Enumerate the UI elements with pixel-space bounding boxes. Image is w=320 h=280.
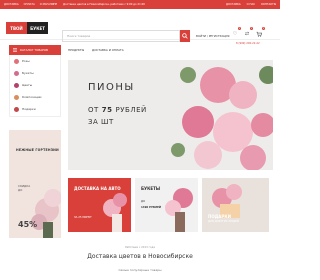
sidebar-item-label: Букеты bbox=[22, 71, 34, 75]
peony-image bbox=[171, 66, 273, 170]
catalog-button[interactable]: КАТАЛОГ ТОВАРОВ bbox=[9, 45, 61, 55]
site-header: ТВОЙ БУКЕТ Поиск товаров ВОЙТИ / РЕГИСТР… bbox=[0, 9, 280, 45]
hero-banner[interactable]: ПИОНЫ ОТ 75 РУБЛЕЙ ЗА ШТ bbox=[68, 60, 273, 170]
flower-icon bbox=[14, 82, 19, 88]
top-right-links: ДОСТАВКА О НАС КОНТАКТЫ bbox=[226, 3, 276, 6]
card-sub: ЗА 25 МИНУТ bbox=[74, 216, 92, 219]
top-promo-text: Доставка цветов в Новосибирске, работаем… bbox=[63, 3, 145, 6]
logo-part1: ТВОЙ bbox=[6, 22, 27, 34]
search-placeholder: Поиск товаров bbox=[67, 34, 91, 38]
sidebar-item-gifts[interactable]: Подарки bbox=[10, 103, 60, 115]
catalog-label: КАТАЛОГ ТОВАРОВ bbox=[20, 48, 48, 52]
search-icon bbox=[182, 33, 188, 39]
promo-sub: СКИДКА ДО bbox=[18, 184, 30, 192]
promo-percent: 45% bbox=[18, 220, 38, 229]
search-input[interactable]: Поиск товаров bbox=[62, 30, 180, 42]
badge: 0 bbox=[238, 27, 241, 30]
badge: 0 bbox=[262, 27, 265, 30]
composition-icon bbox=[14, 94, 19, 100]
sidebar-item-compositions[interactable]: Композиции bbox=[10, 91, 60, 103]
gift-image bbox=[212, 184, 242, 218]
badge: 0 bbox=[250, 27, 253, 30]
card-title: БУКЕТЫ bbox=[141, 186, 161, 191]
card-sub-2: 1490 РУБЛЕЙ bbox=[141, 206, 162, 209]
login-link[interactable]: ВОЙТИ / РЕГИСТРАЦИЯ bbox=[196, 34, 229, 38]
cart-icon[interactable]: 0 bbox=[256, 27, 265, 38]
menu-icon bbox=[13, 48, 17, 52]
section-heading: Доставка цветов в Новосибирске bbox=[87, 253, 193, 260]
rose-icon bbox=[14, 58, 19, 64]
gifts-card[interactable]: ПОДАРКИ ДЛЯ ДОРОГИХ ЛЮДЕЙ bbox=[202, 178, 269, 232]
since-text: Работаем с 2013 года bbox=[125, 246, 155, 249]
hero-title: ПИОНЫ bbox=[88, 82, 135, 93]
category-sidebar: Розы Букеты Цветы Композиции Подарки bbox=[9, 55, 61, 117]
logo-part2: БУКЕТ bbox=[27, 22, 48, 34]
logo[interactable]: ТВОЙ БУКЕТ bbox=[6, 22, 48, 34]
main-menu: ПРОДУКТЫ ДОСТАВКА И ОПЛАТА bbox=[68, 48, 124, 52]
promo-cards: ДОСТАВКА НА АВТО ЗА 25 МИНУТ БУКЕТЫ ДО 1… bbox=[68, 178, 273, 232]
section-subheading: Самые популярные товары bbox=[118, 268, 162, 272]
hero-price-suffix: РУБЛЕЙ bbox=[115, 106, 147, 114]
top-nav: ДОСТАВКА ОПЛАТА О МАГАЗИНЕ bbox=[4, 3, 57, 6]
gift-icon bbox=[14, 106, 19, 112]
delivery-card[interactable]: ДОСТАВКА НА АВТО ЗА 25 МИНУТ bbox=[68, 178, 131, 232]
header-icons: ♡ 0 ⇄ 0 0 bbox=[232, 27, 265, 38]
sidebar-item-label: Композиции bbox=[22, 95, 42, 99]
bouquet-icon bbox=[14, 70, 19, 76]
card-sub-1: ДО bbox=[141, 200, 146, 203]
hero-price: ОТ 75 РУБЛЕЙ bbox=[88, 106, 147, 114]
card-title: ПОДАРКИ bbox=[208, 214, 231, 219]
top-bar: ДОСТАВКА ОПЛАТА О МАГАЗИНЕ Доставка цвет… bbox=[0, 0, 280, 9]
hydrangea-promo-banner[interactable]: НЕЖНЫЕ ГОРТЕНЗИИ СКИДКА ДО 45% bbox=[9, 130, 61, 238]
hero-price-prefix: ОТ bbox=[88, 106, 99, 114]
promo-sub-2: ДО bbox=[18, 188, 23, 192]
top-right-link[interactable]: О НАС bbox=[247, 3, 255, 6]
hero-price-value: 75 bbox=[101, 106, 113, 114]
hero-per: ЗА ШТ bbox=[88, 118, 114, 126]
menu-link[interactable]: ДОСТАВКА И ОПЛАТА bbox=[92, 48, 124, 52]
promo-title: НЕЖНЫЕ ГОРТЕНЗИИ bbox=[16, 148, 59, 152]
phone-number[interactable]: 8 (999) 200-22-22 bbox=[236, 42, 260, 45]
top-right-link[interactable]: ДОСТАВКА bbox=[226, 3, 241, 6]
sidebar-item-flowers[interactable]: Цветы bbox=[10, 79, 60, 91]
top-right-link[interactable]: КОНТАКТЫ bbox=[261, 3, 276, 6]
heart-icon[interactable]: ♡ 0 bbox=[232, 27, 241, 38]
sidebar-item-roses[interactable]: Розы bbox=[10, 55, 60, 67]
menu-link[interactable]: ПРОДУКТЫ bbox=[68, 48, 84, 52]
card-title: ДОСТАВКА НА АВТО bbox=[74, 186, 121, 191]
sidebar-item-label: Цветы bbox=[22, 83, 33, 87]
sidebar-item-label: Подарки bbox=[22, 107, 36, 111]
top-nav-link[interactable]: ДОСТАВКА bbox=[4, 3, 19, 6]
top-nav-link[interactable]: ОПЛАТА bbox=[24, 3, 35, 6]
sidebar-item-bouquets[interactable]: Букеты bbox=[10, 67, 60, 79]
sidebar-item-label: Розы bbox=[22, 59, 30, 63]
search-button[interactable] bbox=[180, 30, 190, 42]
bouquets-card[interactable]: БУКЕТЫ ДО 1490 РУБЛЕЙ bbox=[135, 178, 198, 232]
top-nav-link[interactable]: О МАГАЗИНЕ bbox=[40, 3, 57, 6]
compare-icon[interactable]: ⇄ 0 bbox=[244, 27, 253, 38]
card-sub: ДЛЯ ДОРОГИХ ЛЮДЕЙ bbox=[208, 220, 239, 223]
